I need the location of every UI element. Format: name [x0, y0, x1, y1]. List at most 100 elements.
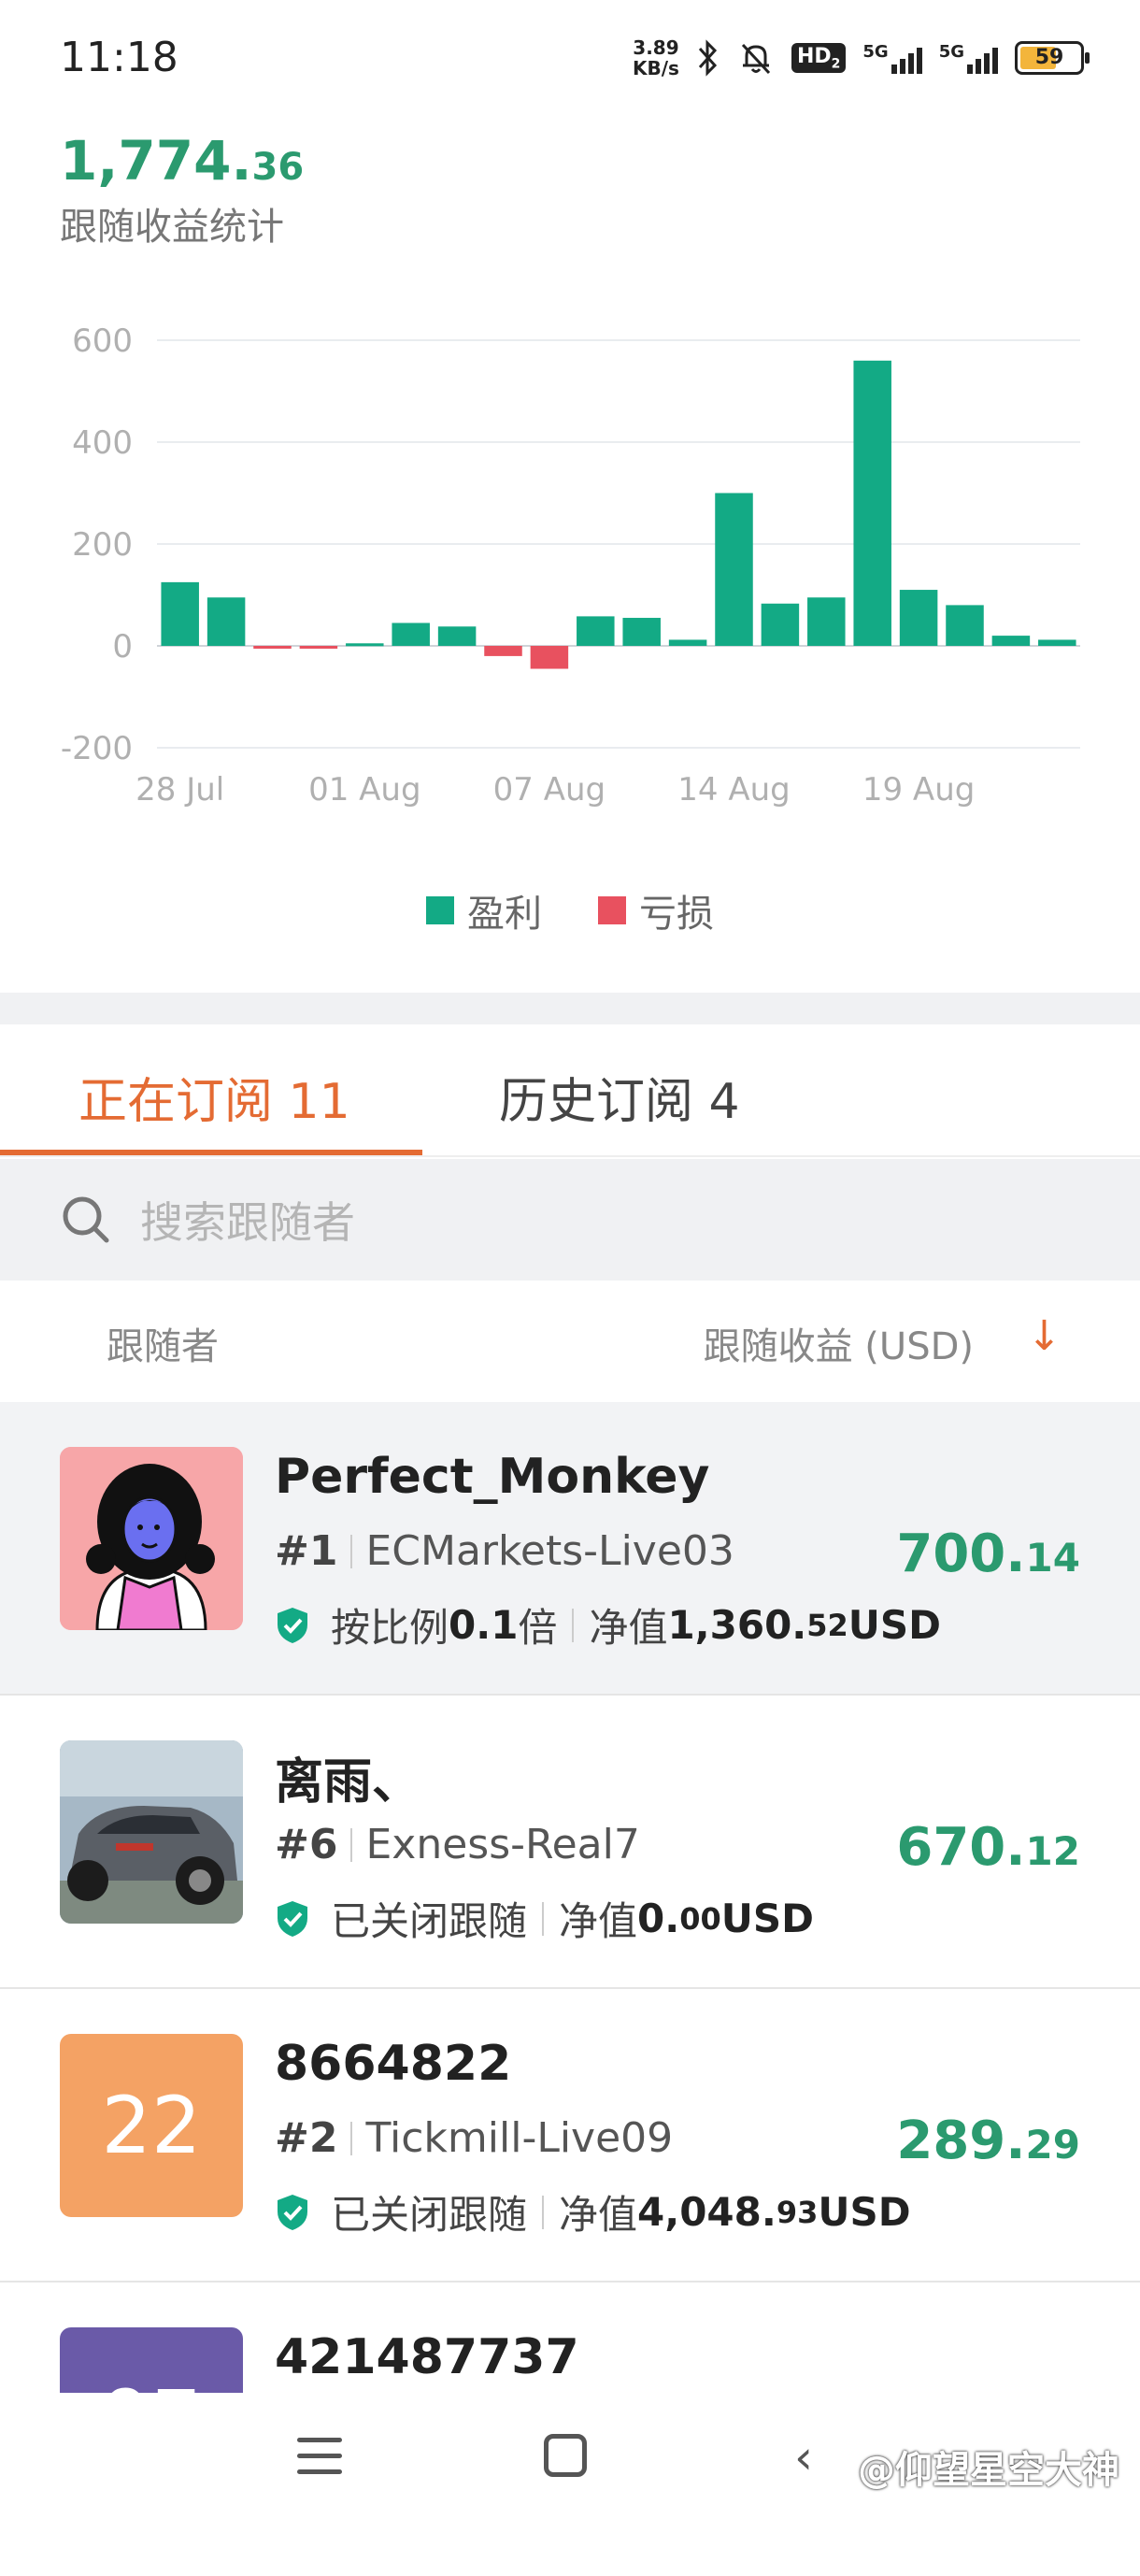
sort-desc-icon[interactable]: ↓: [1027, 1312, 1062, 1360]
follower-name: 8664822: [275, 2036, 512, 2092]
shield-check-icon: [278, 1900, 307, 1937]
follower-row[interactable]: 离雨、 #6 Exness-Real7 已关闭跟随 净值 0. 00 USD 67…: [0, 1696, 1140, 1989]
profit-bar[interactable]: [761, 603, 800, 646]
y-tick-label: 200: [72, 526, 133, 564]
profit-bar[interactable]: [807, 597, 846, 646]
profit-bar[interactable]: [1038, 639, 1076, 646]
equity-dec: 52: [806, 1607, 848, 1643]
profit-dec: 29: [1025, 2122, 1080, 2168]
sim1-label: 5G: [862, 42, 889, 62]
equity-label: 净值: [589, 1605, 668, 1651]
clock: 11:18: [60, 34, 178, 81]
avatar-initials: 22: [101, 2080, 202, 2171]
follower-meta: #1 ECMarkets-Live03: [275, 1527, 734, 1575]
signal-icon-sim1: 5G: [862, 42, 922, 74]
system-nav-bar: ‹ @仰望星空大神: [0, 2393, 1140, 2535]
profit-bar[interactable]: [991, 636, 1031, 646]
equity-unit: USD: [848, 1602, 942, 1648]
avatar: 22: [60, 2034, 243, 2217]
equity-unit: USD: [720, 1896, 814, 1941]
follower-info: 按比例 0.1 倍 净值 1,360. 52 USD: [275, 1596, 941, 1653]
profit-bar[interactable]: [622, 618, 661, 646]
profit-bar[interactable]: [946, 605, 984, 646]
avatar: [60, 1740, 243, 1924]
y-tick-label: 400: [72, 424, 133, 462]
follower-row[interactable]: 22 8664822 #2 Tickmill-Live09 已关闭跟随 净值 4…: [0, 1989, 1140, 2283]
legend-item-loss[interactable]: 亏损: [598, 883, 714, 937]
info-divider: [542, 1901, 545, 1936]
loss-bar[interactable]: [299, 646, 338, 649]
hd-label: HD: [796, 44, 832, 68]
x-tick-label: 14 Aug: [677, 771, 790, 809]
x-tick-label: 01 Aug: [308, 771, 420, 809]
profit-bar[interactable]: [161, 581, 199, 646]
equity-int: 4,048.: [637, 2189, 777, 2235]
search-icon: [63, 1196, 109, 1243]
profit-bar[interactable]: [207, 597, 246, 646]
total-profit: 1,774.36: [60, 129, 304, 193]
tab-current-subscriptions[interactable]: 正在订阅 11: [78, 1062, 350, 1132]
follower-rank: #1: [275, 1527, 338, 1575]
profit-dec: 12: [1025, 1828, 1080, 1874]
shield-check-icon: [278, 1607, 307, 1643]
follower-server: ECMarkets-Live03: [365, 1527, 734, 1575]
y-tick-label: 600: [72, 322, 133, 360]
profit-bar[interactable]: [715, 493, 753, 647]
active-tab-indicator: [0, 1150, 422, 1155]
shield-check-icon: [278, 2194, 307, 2230]
signal-icon-sim2: 5G: [939, 42, 998, 74]
legend-swatch-profit: [426, 896, 454, 924]
loss-bar[interactable]: [530, 646, 569, 669]
tab-history-subscriptions[interactable]: 历史订阅 4: [499, 1062, 740, 1132]
follower-name: Perfect_Monkey: [275, 1449, 710, 1505]
back-button[interactable]: ‹: [794, 2430, 813, 2484]
net-speed-unit: KB/s: [632, 57, 679, 79]
equity-dec: 00: [679, 1900, 721, 1937]
column-follower: 跟随者: [107, 1325, 219, 1368]
legend-item-profit[interactable]: 盈利: [426, 883, 542, 937]
profit-bar[interactable]: [899, 590, 938, 646]
profit-bar[interactable]: [392, 623, 430, 646]
profit-int: 700.: [896, 1524, 1026, 1584]
follower-rank: #6: [275, 1821, 338, 1868]
info-divider: [572, 1608, 575, 1642]
home-button[interactable]: [544, 2434, 587, 2477]
cartoon-avatar-image: [60, 1447, 243, 1630]
section-divider: [0, 993, 1140, 1024]
equity-label: 净值: [559, 1898, 638, 1944]
recent-apps-button[interactable]: [297, 2438, 342, 2477]
mute-bell-icon: [741, 43, 771, 75]
profit-int: 289.: [896, 2111, 1026, 2171]
equity-label: 净值: [559, 2192, 638, 2238]
search-bar[interactable]: 搜索跟随者: [0, 1159, 1140, 1281]
follow-status: 已关闭跟随: [331, 1898, 528, 1944]
loss-bar[interactable]: [253, 646, 292, 649]
follower-profit: 289.29: [896, 2111, 1080, 2171]
profit-bar[interactable]: [346, 643, 384, 647]
x-tick-label: 07 Aug: [493, 771, 606, 809]
profit-int: 670.: [896, 1817, 1026, 1878]
chart-subtitle: 跟随收益统计: [60, 206, 284, 249]
loss-bar[interactable]: [484, 646, 522, 656]
legend-swatch-loss: [598, 896, 626, 924]
follower-rank: #2: [275, 2114, 338, 2162]
avatar: [60, 1447, 243, 1630]
list-column-header: 跟随者 跟随收益 (USD) ↓: [0, 1281, 1140, 1402]
net-speed: 3.89 KB/s: [633, 37, 679, 79]
follow-ratio: 0.1: [449, 1602, 519, 1648]
y-tick-label: -200: [61, 730, 133, 767]
follow-ratio-unit: 倍: [518, 1605, 558, 1651]
hd-badge: HD2: [791, 42, 847, 74]
profit-bar[interactable]: [577, 616, 615, 646]
x-tick-label: 19 Aug: [862, 771, 975, 809]
profit-bar[interactable]: [437, 626, 477, 646]
follower-server: Tickmill-Live09: [365, 2114, 674, 2162]
follower-name: 离雨、: [275, 1754, 421, 1810]
profit-bar[interactable]: [668, 639, 707, 646]
follower-row[interactable]: Perfect_Monkey #1 ECMarkets-Live03 按比例 0…: [0, 1402, 1140, 1696]
profit-bar[interactable]: [853, 360, 891, 646]
meta-divider: [350, 1827, 353, 1862]
follow-status: 已关闭跟随: [331, 2192, 528, 2238]
follower-name: 421487737: [275, 2329, 579, 2385]
column-profit[interactable]: 跟随收益 (USD): [704, 1316, 974, 1370]
